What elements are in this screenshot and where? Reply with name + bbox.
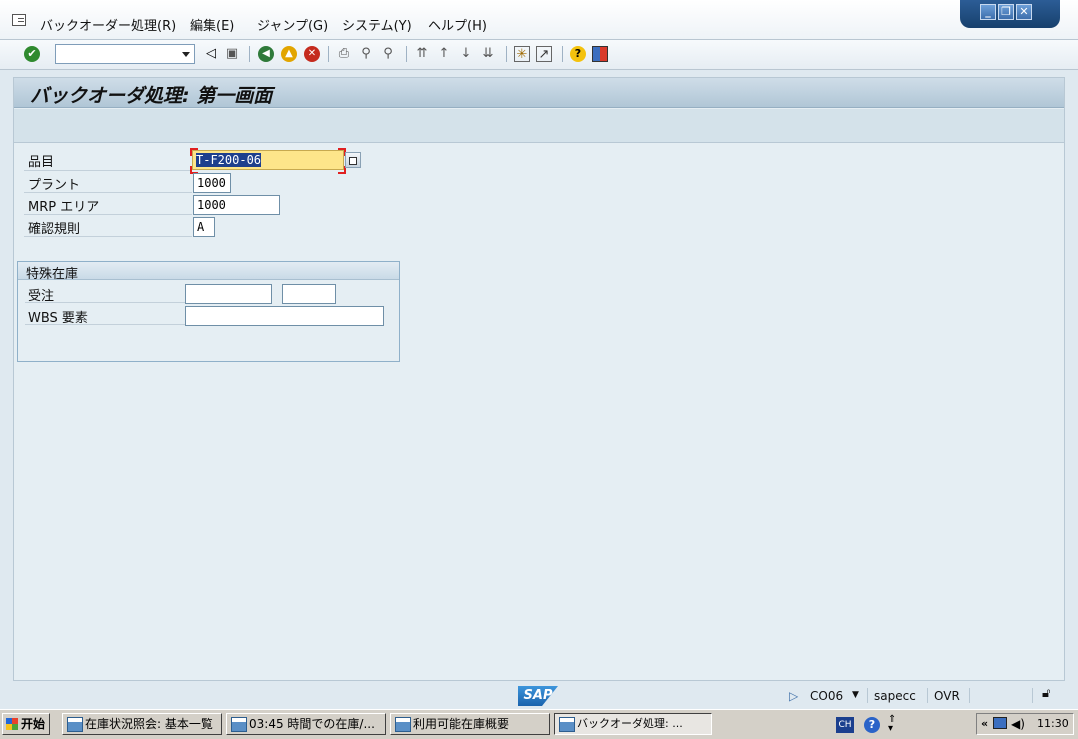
mrp-area-label: MRP エリア: [28, 200, 100, 215]
help-tray-icon[interactable]: ?: [864, 717, 880, 733]
status-dropdown-icon[interactable]: ▼: [852, 690, 859, 700]
next-page-icon[interactable]: ↓: [458, 46, 474, 62]
plant-input[interactable]: 1000: [193, 173, 231, 193]
status-bar: SAP ▷ CO06 ▼ sapecc OVR 🔓︎: [0, 683, 1078, 709]
language-indicator[interactable]: CH: [836, 717, 854, 733]
menu-bar: バックオーダー処理(R) 編集(E) ジャンプ(G) システム(Y) ヘルプ(H…: [0, 0, 1078, 40]
checking-rule-input[interactable]: A: [193, 217, 215, 237]
taskbar-item-active[interactable]: バックオーダ処理: ...: [554, 713, 712, 735]
status-separator: [927, 688, 928, 703]
toolbar-separator: [506, 46, 507, 62]
title-bar: バックオーダ処理: 第一画面: [14, 78, 1064, 108]
label-underline: [24, 192, 192, 193]
mrp-area-input[interactable]: 1000: [193, 195, 280, 215]
standard-toolbar: ✔ ◁ ▣ ◀ ▲ ✕ ⎙ ⚲ ⚲ ⇈ ↑ ↓ ⇊ ✳ ↗ ?: [0, 40, 1078, 70]
first-page-icon[interactable]: ⇈: [414, 46, 430, 62]
window-controls: _ ❐ ✕: [960, 0, 1060, 28]
cancel-icon[interactable]: ✕: [304, 46, 320, 62]
special-stock-group: 特殊在庫 受注 WBS 要素: [17, 261, 400, 362]
required-marker: [190, 148, 198, 156]
network-icon[interactable]: [993, 717, 1007, 729]
layout-menu-icon[interactable]: [592, 46, 608, 62]
menu-goto[interactable]: ジャンプ(G): [257, 15, 328, 34]
ime-options-icon[interactable]: ⇑ ▾: [888, 715, 896, 734]
menu-system[interactable]: システム(Y): [342, 15, 412, 34]
tray-expand-icon[interactable]: «: [981, 717, 988, 730]
material-input[interactable]: T-F200-06: [192, 150, 344, 170]
print-icon[interactable]: ⎙: [336, 46, 352, 62]
shortcut-icon[interactable]: ↗: [536, 46, 552, 62]
back-arrow-icon[interactable]: ◁: [203, 46, 219, 62]
back-icon[interactable]: ◀: [258, 46, 274, 62]
material-input-value: T-F200-06: [196, 153, 262, 167]
enter-icon[interactable]: ✔: [24, 46, 40, 62]
minimize-icon[interactable]: _: [980, 4, 996, 20]
previous-page-icon[interactable]: ↑: [436, 46, 452, 62]
system-tray: « ◀) 11:30: [976, 713, 1074, 735]
value-help-icon[interactable]: [345, 152, 361, 168]
status-expand-icon[interactable]: ▷: [789, 689, 798, 703]
status-separator: [969, 688, 970, 703]
label-underline: [24, 214, 192, 215]
label-underline: [24, 170, 192, 171]
status-separator: [867, 688, 868, 703]
status-separator: [1032, 688, 1033, 703]
taskbar-item[interactable]: 在庫状況照会: 基本一覧: [62, 713, 222, 735]
wbs-element-input[interactable]: [185, 306, 384, 326]
chevron-down-icon[interactable]: [182, 52, 190, 57]
label-underline: [25, 302, 185, 303]
last-page-icon[interactable]: ⇊: [480, 46, 496, 62]
special-stock-header: 特殊在庫: [18, 262, 399, 282]
find-next-icon[interactable]: ⚲: [380, 46, 396, 62]
clock[interactable]: 11:30: [1037, 717, 1069, 730]
menu-edit[interactable]: 編集(E): [190, 15, 234, 34]
sap-logo: SAP: [518, 686, 558, 706]
status-mode: OVR: [934, 689, 960, 703]
start-button[interactable]: 开始: [2, 713, 50, 735]
application-toolbar: [14, 109, 1064, 143]
system-menu-icon[interactable]: [12, 14, 26, 26]
status-transaction: CO06: [810, 689, 844, 703]
main-screen: バックオーダ処理: 第一画面: [13, 77, 1065, 681]
material-label: 品目: [28, 155, 55, 170]
checking-rule-label: 確認規則: [28, 222, 81, 237]
find-icon[interactable]: ⚲: [358, 46, 374, 62]
plant-label: プラント: [28, 178, 81, 193]
menu-help[interactable]: ヘルプ(H): [428, 15, 487, 34]
special-stock-title: 特殊在庫: [26, 267, 79, 282]
unlock-icon[interactable]: 🔓︎: [1042, 686, 1050, 701]
exit-icon[interactable]: ▲: [281, 46, 297, 62]
create-session-icon[interactable]: ✳: [514, 46, 530, 62]
toolbar-separator: [249, 46, 250, 62]
menu-backorder[interactable]: バックオーダー処理(R): [40, 15, 176, 34]
taskbar-item[interactable]: 利用可能在庫概要: [390, 713, 550, 735]
save-icon[interactable]: ▣: [224, 46, 240, 62]
command-field[interactable]: [55, 44, 195, 64]
windows-taskbar: 开始 在庫状況照会: 基本一覧 03:45 時間での在庫/... 利用可能在庫概…: [0, 709, 1078, 739]
close-icon[interactable]: ✕: [1016, 4, 1032, 20]
status-server: sapecc: [874, 689, 916, 703]
toolbar-separator: [562, 46, 563, 62]
sales-order-input[interactable]: [185, 284, 272, 304]
volume-icon[interactable]: ◀): [1011, 717, 1025, 731]
page-title: バックオーダ処理: 第一画面: [30, 85, 273, 107]
help-icon[interactable]: ?: [570, 46, 586, 62]
toolbar-separator: [406, 46, 407, 62]
taskbar-item[interactable]: 03:45 時間での在庫/...: [226, 713, 386, 735]
label-underline: [25, 324, 185, 325]
label-underline: [24, 236, 192, 237]
restore-icon[interactable]: ❐: [998, 4, 1014, 20]
sales-order-item-input[interactable]: [282, 284, 336, 304]
toolbar-separator: [328, 46, 329, 62]
